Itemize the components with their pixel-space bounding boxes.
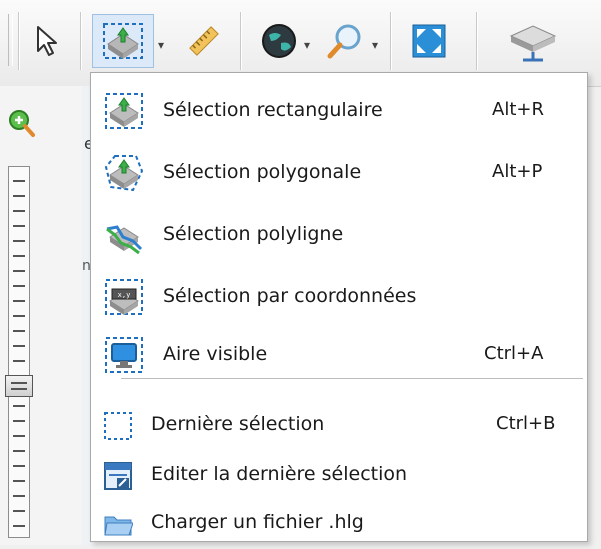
selection-icon	[103, 23, 143, 59]
toolbar-separator	[80, 12, 82, 70]
menu-item-label: Sélection polyligne	[163, 223, 344, 245]
menu-item-shortcut: Ctrl+A	[484, 343, 544, 364]
menu-item-polygonal-selection[interactable]: Sélection polygonale Alt+P	[91, 147, 587, 199]
svg-text:x,y: x,y	[118, 291, 131, 299]
pointer-tool-button[interactable]	[22, 14, 72, 68]
menu-item-label: Sélection polygonale	[163, 161, 362, 183]
ruler-icon	[189, 26, 219, 56]
visible-area-icon	[105, 337, 143, 373]
menu-item-last-selection[interactable]: Dernière sélection Ctrl+B	[91, 399, 587, 451]
menu-item-visible-area[interactable]: Aire visible Ctrl+A	[91, 329, 587, 381]
menu-item-shortcut: Ctrl+B	[496, 413, 556, 434]
menu-item-shortcut: Alt+P	[492, 161, 543, 182]
toolbar-separator	[18, 12, 20, 70]
selection-tool-button[interactable]	[92, 14, 154, 68]
polygon-selection-icon	[104, 155, 144, 192]
menu-item-label: Sélection rectangulaire	[163, 99, 383, 121]
menu-item-label: Sélection par coordonnées	[163, 285, 417, 307]
menu-item-edit-last-selection[interactable]: Editer la dernière sélection	[91, 449, 587, 501]
zoom-dropdown-arrow[interactable]: ▾	[372, 38, 378, 52]
zoom-in-button[interactable]	[6, 108, 36, 146]
zoom-slider-thumb[interactable]	[5, 375, 33, 397]
coordinates-selection-icon: x,y	[105, 279, 143, 315]
rectangle-selection-icon	[105, 93, 143, 129]
menu-item-polyline-selection[interactable]: Sélection polyligne	[91, 209, 587, 261]
polyline-selection-icon	[106, 225, 143, 255]
server-icon	[509, 25, 557, 62]
globe-dropdown-arrow[interactable]: ▾	[304, 38, 310, 52]
last-selection-icon	[104, 412, 132, 440]
menu-item-label: Charger un fichier .hlg	[151, 511, 364, 533]
toolbar-separator	[476, 12, 478, 70]
zoom-tool-button[interactable]	[320, 14, 370, 68]
menu-item-coordinates-selection[interactable]: x,y Sélection par coordonnées	[91, 271, 587, 323]
menu-item-shortcut: Alt+R	[492, 99, 544, 120]
folder-icon	[104, 516, 133, 536]
toolbar-separator	[240, 12, 242, 70]
full-extent-icon	[412, 24, 446, 58]
zoom-in-icon	[9, 110, 35, 137]
full-extent-button[interactable]	[404, 14, 454, 68]
edit-selection-icon	[104, 462, 132, 490]
menu-item-label: Editer la dernière sélection	[151, 463, 408, 485]
selection-dropdown-arrow[interactable]: ▾	[158, 38, 164, 52]
measure-tool-button[interactable]	[178, 14, 228, 68]
menu-item-load-hlg-file[interactable]: Charger un fichier .hlg	[91, 497, 587, 549]
menu-item-label: Dernière sélection	[151, 413, 325, 435]
globe-tool-button[interactable]	[254, 14, 304, 68]
menu-item-label: Aire visible	[163, 343, 268, 365]
globe-icon	[262, 24, 296, 58]
selection-menu: Sélection rectangulaire Alt+R Sélection …	[90, 72, 588, 542]
menu-separator	[121, 378, 583, 379]
menu-item-rectangular-selection[interactable]: Sélection rectangulaire Alt+R	[91, 85, 587, 137]
zoom-slider-track[interactable]	[8, 166, 30, 538]
zoom-lens-icon	[327, 24, 361, 59]
server-button[interactable]	[498, 14, 568, 68]
pointer-icon	[37, 26, 57, 56]
toolbar-grip[interactable]	[8, 14, 13, 66]
toolbar-separator	[390, 12, 392, 70]
